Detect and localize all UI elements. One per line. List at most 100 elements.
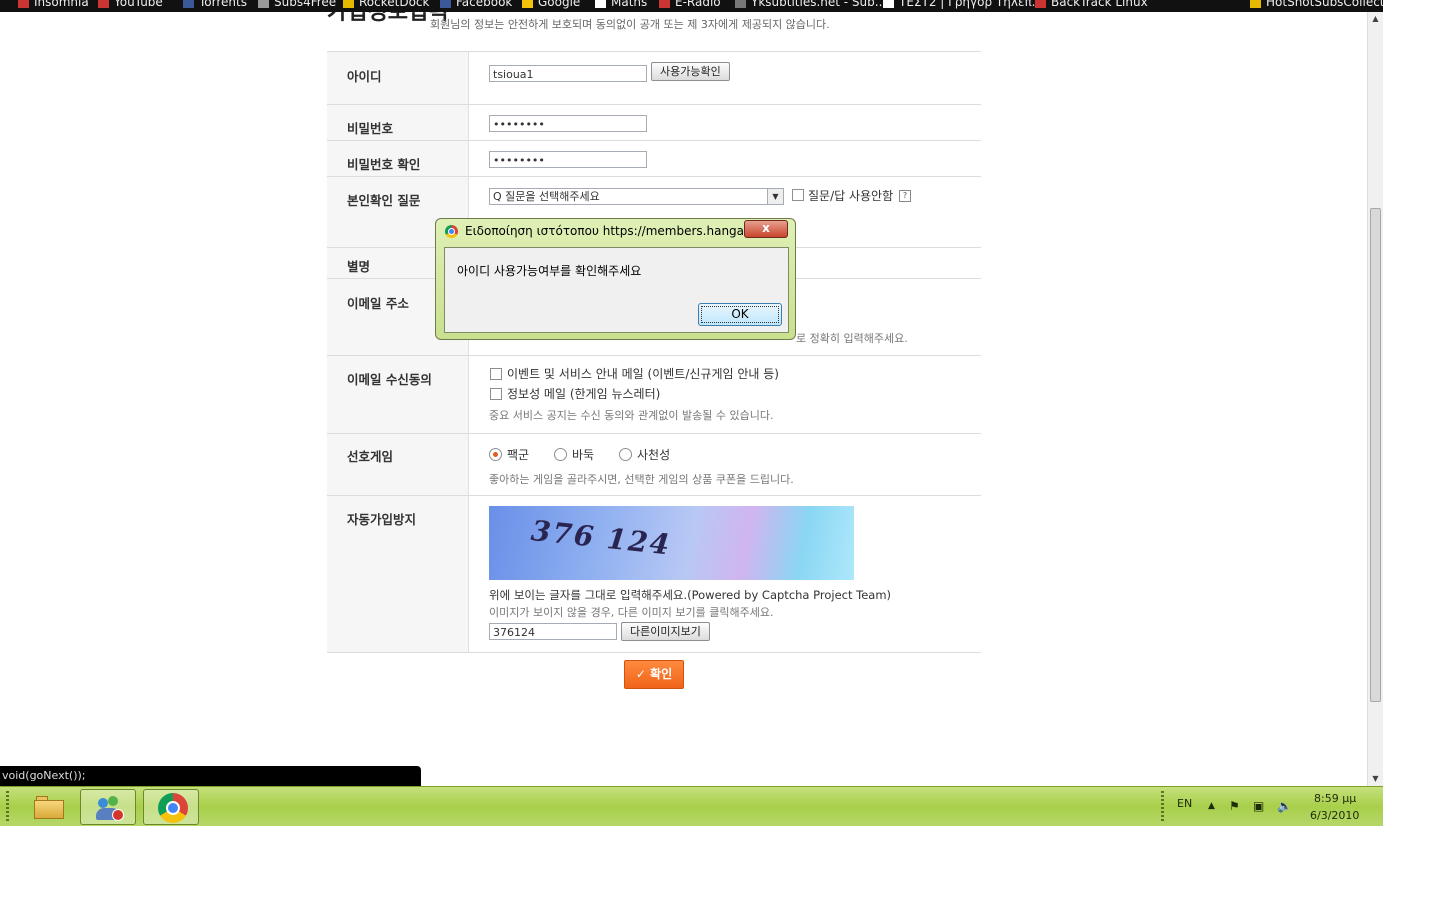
id-availability-check-button[interactable]: 사용가능확인 — [651, 62, 730, 81]
explorer-taskbar-button[interactable] — [20, 789, 76, 825]
privacy-note: 회원님의 정보는 안전하게 보호되며 동의없이 공개 또는 제 3자에게 제공되… — [430, 18, 830, 31]
captcha-instruction-2: 이미지가 보이지 않을 경우, 다른 이미지 보기를 클릭해주세요. — [489, 606, 774, 619]
chrome-icon — [445, 225, 458, 238]
captcha-code: 376 124 — [529, 514, 673, 562]
people-stop-icon — [96, 796, 124, 821]
google-icon — [522, 0, 533, 8]
scroll-up-icon[interactable]: ▲ — [1368, 12, 1383, 26]
no-question-checkbox[interactable] — [792, 189, 804, 201]
help-icon[interactable]: ? — [899, 190, 911, 202]
bookmark-rocketdock[interactable]: RocketDock — [343, 0, 429, 9]
dialog-close-button[interactable]: x — [744, 220, 788, 238]
id-input[interactable]: tsioua1 — [489, 65, 647, 82]
chevron-down-icon: ▼ — [767, 189, 783, 204]
messenger-taskbar-button[interactable] — [80, 789, 136, 825]
folder-icon — [34, 795, 64, 819]
bookmark-icon — [258, 0, 269, 8]
bookmark-test2[interactable]: ΤΕΣΤ2 | Γρήγορ Τηλεπ... — [883, 0, 1043, 9]
question-label: 본인확인 질문 — [347, 193, 421, 208]
network-icon[interactable]: ▣ — [1253, 799, 1264, 813]
captcha-label: 자동가입방지 — [347, 512, 417, 527]
password-label: 비밀번호 — [347, 121, 394, 136]
facebook-icon — [440, 0, 451, 8]
chrome-icon — [158, 793, 188, 823]
bookmark-youtube[interactable]: YouTube — [98, 0, 163, 9]
taskbar: EN ▲ ⚑ ▣ 🔈 8:59 μμ 6/3/2010 — [0, 786, 1383, 826]
form-row-password: 비밀번호 •••••••• — [327, 104, 981, 141]
page-viewport: 가입정보입력 회원님의 정보는 안전하게 보호되며 동의없이 공개 또는 제 3… — [0, 12, 1367, 786]
vertical-scrollbar[interactable]: ▲ ▼ — [1367, 12, 1383, 786]
bookmark-google[interactable]: Google — [522, 0, 580, 9]
bookmark-icon — [18, 0, 29, 8]
bookmark-eradio[interactable]: E-Radio — [659, 0, 721, 9]
favorite-game-label: 선호게임 — [347, 449, 394, 464]
game-option-1-label: 팩군 — [507, 448, 530, 462]
event-mail-checkbox[interactable] — [490, 368, 502, 380]
chrome-taskbar-button[interactable] — [143, 789, 199, 825]
password-confirm-label: 비밀번호 확인 — [347, 157, 421, 172]
nickname-label: 별명 — [347, 259, 371, 274]
bookmark-backtrack[interactable]: BackTrack Linux — [1035, 0, 1148, 9]
game-option-2-label: 바둑 — [572, 448, 595, 462]
confirm-button[interactable]: ✓ 확인 — [624, 660, 684, 689]
dialog-ok-button[interactable]: OK — [698, 303, 782, 326]
dialog-message: 아이디 사용가능여부를 확인해주세요 — [457, 264, 642, 278]
bookmark-maths[interactable]: Maths — [595, 0, 647, 9]
favorite-game-note: 좋아하는 게임을 골라주시면, 선택한 게임의 상품 쿠폰을 드립니다. — [489, 473, 794, 486]
email-label: 이메일 주소 — [347, 296, 409, 311]
form-row-favorite-game: 선호게임 팩군 바둑 사천성 좋아하는 게임을 골라주시면, 선택한 게임의 상… — [327, 433, 981, 496]
status-bar: void(goNext()); — [0, 766, 421, 786]
bookmark-facebook[interactable]: Facebook — [440, 0, 512, 9]
dialog-body: 아이디 사용가능여부를 확인해주세요 OK — [444, 247, 789, 333]
bookmark-icon — [735, 0, 746, 8]
id-label: 아이디 — [347, 69, 382, 84]
game-radio-option-3[interactable] — [619, 448, 632, 461]
form-row-id: 아이디 tsioua1 사용가능확인 — [327, 51, 981, 105]
tray-arrow-icon[interactable]: ▲ — [1208, 801, 1215, 811]
radio-icon — [659, 0, 670, 8]
email-consent-label: 이메일 수신동의 — [347, 372, 432, 387]
password-confirm-input[interactable]: •••••••• — [489, 151, 647, 168]
folder-icon — [1250, 0, 1261, 8]
email-note: 로 정확히 입력해주세요. — [796, 332, 908, 345]
other-image-button[interactable]: 다른이미지보기 — [621, 622, 710, 641]
scroll-thumb[interactable] — [1370, 208, 1381, 702]
flag-icon[interactable]: ⚑ — [1229, 799, 1240, 813]
bookmarks-bar: Insomnia YouTube Torrents Subs4Free Rock… — [0, 0, 1383, 12]
dialog-title: Ειδοποίηση ιστότοπου https://members.han… — [465, 224, 745, 238]
event-mail-label: 이벤트 및 서비스 안내 메일 (이벤트/신규게임 안내 등) — [507, 367, 779, 381]
taskbar-grip[interactable] — [6, 791, 9, 823]
volume-icon[interactable]: 🔈 — [1277, 799, 1292, 813]
newsletter-label: 정보성 메일 (한게임 뉴스레터) — [507, 387, 661, 401]
email-consent-note: 중요 서비스 공지는 수신 동의와 관계없이 발송될 수 있습니다. — [489, 409, 774, 422]
form-row-password-confirm: 비밀번호 확인 •••••••• — [327, 140, 981, 177]
game-radio-option-2[interactable] — [554, 448, 567, 461]
no-question-label: 질문/답 사용안함 — [808, 189, 894, 203]
bookmark-subtitles[interactable]: Yksubtitles.net - Sub... — [735, 0, 886, 9]
clock-date[interactable]: 6/3/2010 — [1310, 809, 1359, 822]
bookmark-subs4free[interactable]: Subs4Free — [258, 0, 336, 9]
alert-dialog: Ειδοποίηση ιστότοπου https://members.han… — [435, 218, 796, 340]
youtube-icon — [98, 0, 109, 8]
captcha-input[interactable]: 376124 — [489, 623, 617, 640]
newsletter-checkbox[interactable] — [490, 388, 502, 400]
game-radio-option-1[interactable] — [489, 448, 502, 461]
tray-grip — [1161, 791, 1164, 823]
game-option-3-label: 사천성 — [637, 448, 671, 462]
bookmark-icon — [183, 0, 194, 8]
page-icon — [883, 0, 894, 8]
bookmark-insomnia[interactable]: Insomnia — [18, 0, 89, 9]
bookmark-hotshotsubs[interactable]: HotShotSubsCollecti... — [1250, 0, 1383, 9]
clock-time[interactable]: 8:59 μμ — [1314, 792, 1356, 805]
captcha-image: 376 124 — [489, 506, 854, 580]
question-select[interactable]: Q 질문을 선택해주세요 ▼ — [489, 188, 784, 205]
captcha-instruction: 위에 보이는 글자를 그대로 입력해주세요.(Powered by Captch… — [489, 588, 892, 602]
bookmark-icon — [1035, 0, 1046, 8]
scroll-down-icon[interactable]: ▼ — [1368, 772, 1383, 786]
star-icon — [343, 0, 354, 8]
bookmark-torrents[interactable]: Torrents — [183, 0, 247, 9]
form-row-email-consent: 이메일 수신동의 이벤트 및 서비스 안내 메일 (이벤트/신규게임 안내 등)… — [327, 355, 981, 434]
password-input[interactable]: •••••••• — [489, 115, 647, 132]
form-row-captcha: 자동가입방지 376 124 위에 보이는 글자를 그대로 입력해주세요.(Po… — [327, 495, 981, 653]
language-indicator[interactable]: EN — [1177, 797, 1192, 810]
